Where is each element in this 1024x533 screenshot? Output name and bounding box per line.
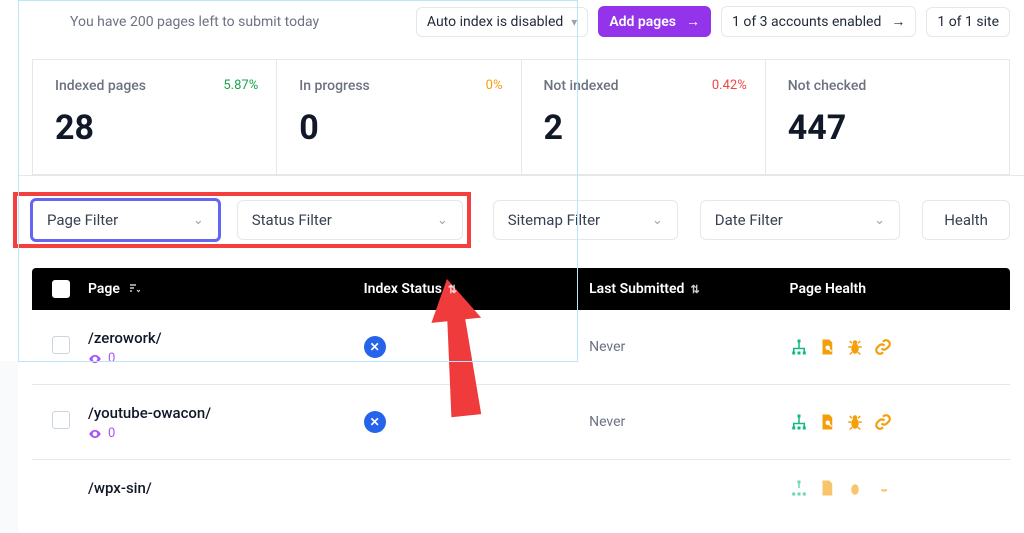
stats-cards: Indexed pages 5.87% 28 In progress 0% 0 … (32, 59, 1010, 175)
filter-label: Date Filter (715, 211, 783, 229)
filter-label: Status Filter (252, 211, 332, 229)
accounts-label: 1 of 3 accounts enabled (732, 14, 881, 30)
col-index-status[interactable]: Index Status ⇅ (364, 281, 590, 297)
col-page[interactable]: Page (88, 281, 364, 297)
page-link[interactable]: /youtube-owacon/ (88, 404, 211, 422)
sort-icon: ⇅ (448, 283, 457, 296)
row-checkbox[interactable] (52, 336, 88, 358)
col-last-submitted[interactable]: Last Submitted ⇅ (589, 281, 789, 297)
bug-icon[interactable] (846, 413, 864, 431)
stat-pct: 0.42% (712, 78, 747, 93)
health-filter-select[interactable]: Health (922, 200, 1010, 240)
eye-icon (88, 427, 102, 441)
stat-label: Not checked (788, 78, 981, 94)
col-label: Page Health (790, 281, 867, 297)
sites-label: 1 of 1 site (937, 14, 999, 30)
stat-value: 447 (788, 108, 981, 148)
col-label: Page (88, 281, 120, 297)
row-checkbox[interactable] (52, 411, 88, 433)
table-row: /zerowork/ 0 ✕ Never (32, 310, 1010, 385)
filters-row: Page Filter ⌄ Status Filter ⌄ Sitemap Fi… (18, 175, 1024, 268)
bug-icon[interactable] (846, 338, 864, 356)
auto-index-dropdown[interactable]: Auto index is disabled ▾ (416, 7, 588, 37)
page-views: 0 (88, 351, 364, 366)
page-views: 0 (88, 426, 364, 441)
add-pages-label: Add pages (609, 14, 676, 30)
stat-pct: 5.87% (223, 78, 258, 93)
last-submitted: Never (589, 414, 789, 430)
sitemap-icon[interactable] (790, 479, 808, 497)
filter-label: Health (944, 211, 988, 229)
filter-label: Sitemap Filter (508, 211, 600, 229)
status-filter-select[interactable]: Status Filter ⌄ (237, 200, 463, 240)
filter-label: Page Filter (47, 211, 118, 229)
stat-value: 28 (55, 108, 248, 148)
last-submitted: Never (589, 339, 789, 355)
auto-index-label: Auto index is disabled (427, 14, 563, 30)
stat-notchecked[interactable]: Not checked 447 (766, 59, 1010, 175)
link-icon[interactable] (874, 413, 892, 431)
stat-label: Indexed pages (55, 78, 248, 94)
status-filter-highlight: Status Filter ⌄ (237, 192, 471, 248)
stat-indexed[interactable]: Indexed pages 5.87% 28 (32, 59, 277, 175)
chevron-down-icon: ⌄ (652, 213, 663, 228)
sites-button[interactable]: 1 of 1 site (926, 7, 1010, 37)
stat-inprogress[interactable]: In progress 0% 0 (277, 59, 521, 175)
table-row: /wpx-sin/ (32, 460, 1010, 503)
bug-icon[interactable] (846, 479, 864, 497)
sitemap-icon[interactable] (790, 413, 808, 431)
pages-table: Page Index Status ⇅ Last Submitted ⇅ Pag… (32, 268, 1010, 503)
stat-notindexed[interactable]: Not indexed 0.42% 2 (522, 59, 766, 175)
arrow-right-icon: → (891, 13, 905, 30)
not-indexed-icon: ✕ (364, 411, 386, 433)
views-count: 0 (108, 351, 115, 366)
document-icon[interactable] (818, 479, 836, 497)
select-all-checkbox[interactable] (52, 280, 88, 298)
sort-icon (128, 282, 140, 297)
chevron-down-icon: ▾ (571, 15, 577, 29)
stat-pct: 0% (486, 78, 503, 93)
stat-label: Not indexed (544, 78, 737, 94)
stat-value: 2 (544, 108, 737, 148)
eye-icon (88, 352, 102, 366)
date-filter-select[interactable]: Date Filter ⌄ (700, 200, 900, 240)
add-pages-button[interactable]: Add pages → (598, 6, 711, 37)
page-link[interactable]: /zerowork/ (88, 329, 162, 347)
arrow-right-icon: → (686, 13, 700, 30)
page-filter-select[interactable]: Page Filter ⌄ (32, 200, 219, 240)
chevron-down-icon: ⌄ (874, 213, 885, 228)
col-label: Last Submitted (589, 281, 684, 297)
sitemap-filter-select[interactable]: Sitemap Filter ⌄ (493, 200, 678, 240)
col-page-health: Page Health (790, 281, 990, 297)
link-icon[interactable] (874, 479, 892, 497)
stat-label: In progress (299, 78, 492, 94)
accounts-button[interactable]: 1 of 3 accounts enabled → (721, 6, 916, 37)
not-indexed-icon: ✕ (364, 336, 386, 358)
document-icon[interactable] (818, 413, 836, 431)
document-icon[interactable] (818, 338, 836, 356)
chevron-down-icon: ⌄ (437, 213, 448, 228)
table-header: Page Index Status ⇅ Last Submitted ⇅ Pag… (32, 268, 1010, 310)
stat-value: 0 (299, 108, 492, 148)
sitemap-icon[interactable] (790, 338, 808, 356)
sort-icon: ⇅ (690, 283, 699, 296)
views-count: 0 (108, 426, 115, 441)
quota-text: You have 200 pages left to submit today (70, 14, 319, 30)
chevron-down-icon: ⌄ (193, 213, 204, 228)
col-label: Index Status (364, 281, 442, 297)
page-link[interactable]: /wpx-sin/ (88, 479, 152, 497)
link-icon[interactable] (874, 338, 892, 356)
table-row: /youtube-owacon/ 0 ✕ Never (32, 385, 1010, 460)
